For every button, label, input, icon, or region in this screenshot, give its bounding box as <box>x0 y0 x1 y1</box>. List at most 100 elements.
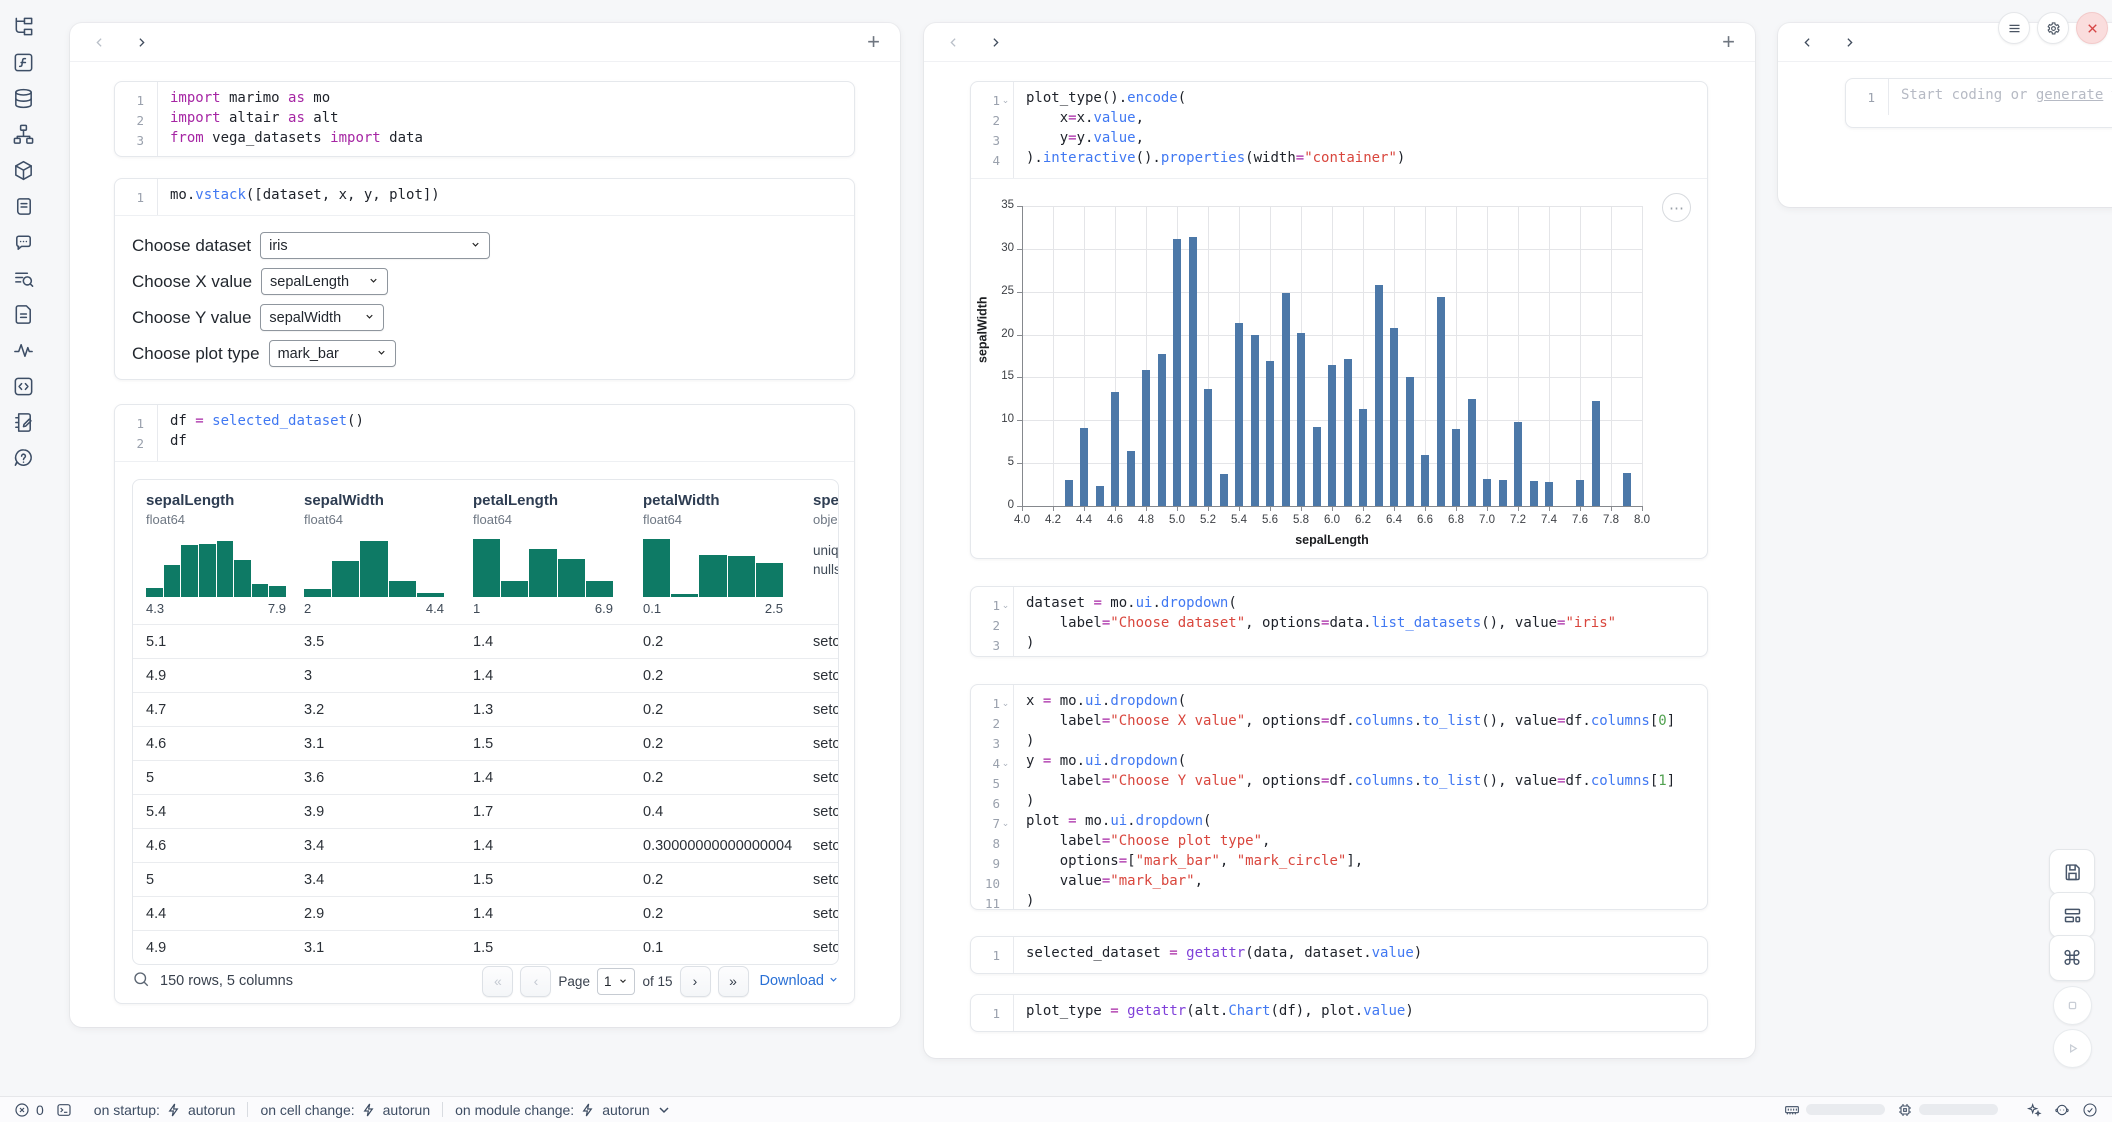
fold-chevron-icon[interactable]: ⌄ <box>1000 595 1011 615</box>
table-column-header[interactable]: sepalLengthfloat644.37.9 <box>146 492 304 616</box>
fold-chevron-icon[interactable]: ⌄ <box>1000 90 1011 110</box>
dependency-graph-icon[interactable] <box>12 123 35 146</box>
chat-icon[interactable] <box>12 231 35 254</box>
code-editor[interactable]: 1import marimo as mo2import altair as al… <box>115 82 854 157</box>
choose-x-value-select[interactable]: sepalLength <box>261 268 388 295</box>
packages-icon[interactable] <box>12 159 35 182</box>
settings-button[interactable] <box>2037 12 2069 44</box>
file-explorer-icon[interactable] <box>12 15 35 38</box>
chart-bar[interactable] <box>1483 479 1491 506</box>
code-editor[interactable]: 1⌄x = mo.ui.dropdown(2 label="Choose X v… <box>971 685 1707 910</box>
chart-bar[interactable] <box>1313 427 1321 506</box>
code-editor[interactable]: 1df = selected_dataset()2df <box>115 405 854 461</box>
next-page-button[interactable]: › <box>680 966 711 997</box>
column-right-arrow[interactable] <box>132 33 150 51</box>
cell-chart[interactable]: 1⌄plot_type().encode(2 x=x.value,3 y=y.v… <box>970 81 1708 559</box>
chart-bar[interactable] <box>1189 237 1197 506</box>
on-cell-change-setting[interactable]: on cell change: autorun <box>260 1102 430 1118</box>
download-button[interactable]: Download <box>760 973 840 989</box>
chart-bar[interactable] <box>1204 389 1212 506</box>
chart-bar[interactable] <box>1127 451 1135 506</box>
chart-bar[interactable] <box>1576 480 1584 506</box>
cell-xy-plot-dropdowns[interactable]: 1⌄x = mo.ui.dropdown(2 label="Choose X v… <box>970 684 1708 910</box>
chart-bar[interactable] <box>1080 428 1088 506</box>
chart-bar[interactable] <box>1328 365 1336 506</box>
copilot-button[interactable] <box>2054 1102 2070 1118</box>
ai-assist-button[interactable] <box>2026 1102 2042 1118</box>
chart-bar[interactable] <box>1452 429 1460 506</box>
snippets-icon[interactable] <box>12 375 35 398</box>
tracing-icon[interactable] <box>12 339 35 362</box>
cell-vstack[interactable]: 1mo.vstack([dataset, x, y, plot])Choose … <box>114 178 855 380</box>
keyboard-shortcuts-button[interactable]: ⌘ <box>2049 935 2095 981</box>
last-page-button[interactable]: » <box>718 966 749 997</box>
scratchpad-icon[interactable] <box>12 411 35 434</box>
table-column-header[interactable]: petalWidthfloat640.12.5 <box>643 492 813 616</box>
code-editor[interactable]: 1⌄dataset = mo.ui.dropdown(2 label="Choo… <box>971 587 1707 657</box>
cell-imports[interactable]: 1import marimo as mo2import altair as al… <box>114 81 855 157</box>
choose-y-value-select[interactable]: sepalWidth <box>260 304 384 331</box>
column-right-arrow[interactable] <box>1840 33 1858 51</box>
chart-bar[interactable] <box>1173 239 1181 506</box>
chart-bar[interactable] <box>1065 480 1073 506</box>
chart-actions-button[interactable]: ⋯ <box>1662 193 1691 222</box>
cell-plot-type[interactable]: 1plot_type = getattr(alt.Chart(df), plot… <box>970 994 1708 1032</box>
chart-bar[interactable] <box>1406 377 1414 506</box>
column-left-arrow[interactable] <box>90 33 108 51</box>
editor-placeholder[interactable]: Start coding or generate with AI <box>1888 87 2112 107</box>
chart-bar[interactable] <box>1375 285 1383 506</box>
menu-button[interactable] <box>1998 12 2030 44</box>
chart-bar[interactable] <box>1235 323 1243 506</box>
chart-bar[interactable] <box>1390 328 1398 506</box>
chart-bar[interactable] <box>1592 401 1600 506</box>
column-right-arrow[interactable] <box>986 33 1004 51</box>
table-column-header[interactable]: petalLengthfloat6416.9 <box>473 492 643 616</box>
datasources-icon[interactable] <box>12 87 35 110</box>
page-select[interactable]: 1 <box>597 968 636 995</box>
fold-chevron-icon[interactable]: ⌄ <box>1000 813 1011 833</box>
column-left-arrow[interactable] <box>944 33 962 51</box>
cell-dataset-dropdown[interactable]: 1⌄dataset = mo.ui.dropdown(2 label="Choo… <box>970 586 1708 657</box>
chart-bar[interactable] <box>1499 480 1507 506</box>
save-button[interactable] <box>2049 849 2095 895</box>
chart-bar[interactable] <box>1282 293 1290 506</box>
chart-bar[interactable] <box>1359 409 1367 506</box>
help-icon[interactable] <box>12 447 35 470</box>
column-left-arrow[interactable] <box>1798 33 1816 51</box>
chart-bar[interactable] <box>1220 474 1228 506</box>
choose-dataset-select[interactable]: iris <box>260 232 490 259</box>
add-cell-button[interactable]: + <box>1722 33 1735 51</box>
chart-bar[interactable] <box>1623 473 1631 506</box>
chart-bar[interactable] <box>1111 392 1119 506</box>
chart-bar[interactable] <box>1530 481 1538 506</box>
code-editor[interactable]: 1mo.vstack([dataset, x, y, plot]) <box>115 179 854 215</box>
table-column-header[interactable]: speciesobjectunique:nulls: <box>813 492 839 616</box>
cpu-usage[interactable] <box>1897 1102 1998 1118</box>
run-button[interactable] <box>2053 1029 2092 1068</box>
table-column-header[interactable]: sepalWidthfloat6424.4 <box>304 492 473 616</box>
prev-page-button[interactable]: ‹ <box>520 966 551 997</box>
layout-button[interactable] <box>2049 892 2095 938</box>
find-icon[interactable] <box>12 267 35 290</box>
chart-bar[interactable] <box>1344 359 1352 506</box>
memory-usage[interactable] <box>1784 1102 1885 1118</box>
chart-bar[interactable] <box>1251 335 1259 506</box>
chart-bar[interactable] <box>1096 486 1104 506</box>
on-module-change-setting[interactable]: on module change: autorun <box>455 1102 672 1118</box>
cell-empty-editor[interactable]: 1 Start coding or generate with AI <box>1845 78 2112 128</box>
functions-icon[interactable] <box>12 51 35 74</box>
chart-bar[interactable] <box>1158 354 1166 506</box>
error-count-badge[interactable]: 0 <box>14 1102 44 1118</box>
on-startup-setting[interactable]: on startup: autorun <box>94 1102 236 1118</box>
chart-bar[interactable] <box>1468 399 1476 506</box>
chart-bar[interactable] <box>1142 370 1150 506</box>
documentation-icon[interactable] <box>12 303 35 326</box>
chart-bar[interactable] <box>1545 482 1553 506</box>
search-icon[interactable] <box>132 970 150 993</box>
chart-bar[interactable] <box>1297 333 1305 506</box>
cell-selected-dataset[interactable]: 1selected_dataset = getattr(data, datase… <box>970 936 1708 974</box>
stop-button[interactable] <box>2053 986 2092 1025</box>
dataframe-table[interactable]: sepalLengthfloat644.37.9sepalWidthfloat6… <box>132 479 839 965</box>
choose-plot-type-select[interactable]: mark_bar <box>269 340 396 367</box>
fold-chevron-icon[interactable]: ⌄ <box>1000 693 1011 713</box>
